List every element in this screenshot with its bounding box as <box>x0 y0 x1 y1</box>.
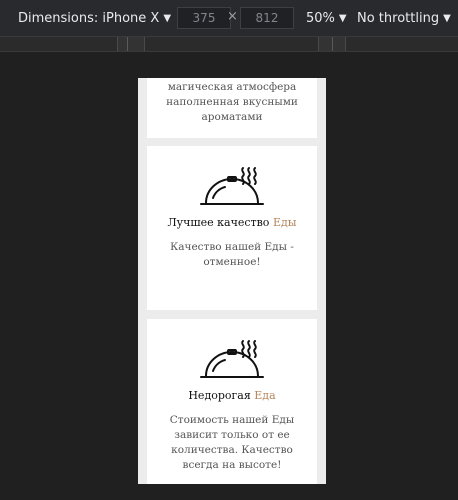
feature-card-title: Недорогая Еда <box>147 389 317 403</box>
feature-card-title-main: Недорогая <box>188 389 251 402</box>
throttling-select[interactable]: No throttling ▼ <box>357 10 451 27</box>
dimension-separator: × <box>227 9 238 24</box>
zoom-select-label: 50% <box>306 11 335 26</box>
feature-card-text: магическая атмосфера наполненная вкусным… <box>166 81 298 123</box>
feature-card-text: Качество нашей Еды - отменное! <box>170 241 294 268</box>
throttling-select-label: No throttling <box>357 11 440 26</box>
feature-card: Недорогая Еда Стоимость нашей Еды зависи… <box>147 319 317 484</box>
device-select-label: Dimensions: iPhone X <box>18 11 160 26</box>
feature-card-title-accent: Еда <box>254 389 276 402</box>
ruler-tick <box>332 37 333 51</box>
feature-card-title-accent: Еды <box>272 216 297 229</box>
caret-down-icon: ▼ <box>338 13 347 24</box>
device-toolbar: Dimensions: iPhone X ▼ 375 × 812 50% ▼ No … <box>0 0 458 36</box>
feature-card-title-main: Лучшее качество <box>167 216 270 229</box>
media-query-bar[interactable] <box>0 36 458 52</box>
height-input[interactable]: 812 <box>240 7 294 29</box>
feature-card: Лучшее качество Еды Качество нашей Еды -… <box>147 146 317 310</box>
caret-down-icon: ▼ <box>163 13 172 24</box>
ruler-tick <box>127 37 128 51</box>
food-cloche-icon <box>199 164 265 210</box>
zoom-select[interactable]: 50% ▼ <box>306 10 347 27</box>
food-cloche-icon <box>199 337 265 383</box>
media-query-segment[interactable] <box>117 37 145 51</box>
feature-card-title: Лучшее качество Еды <box>147 216 317 230</box>
device-viewport: магическая атмосфера наполненная вкусным… <box>138 78 326 484</box>
width-input[interactable]: 375 <box>177 7 231 29</box>
device-select[interactable]: Dimensions: iPhone X ▼ <box>18 10 171 27</box>
caret-down-icon: ▼ <box>443 13 451 24</box>
feature-card-text: Стоимость нашей Еды зависит только от ее… <box>169 414 295 471</box>
feature-card: магическая атмосфера наполненная вкусным… <box>147 78 317 138</box>
